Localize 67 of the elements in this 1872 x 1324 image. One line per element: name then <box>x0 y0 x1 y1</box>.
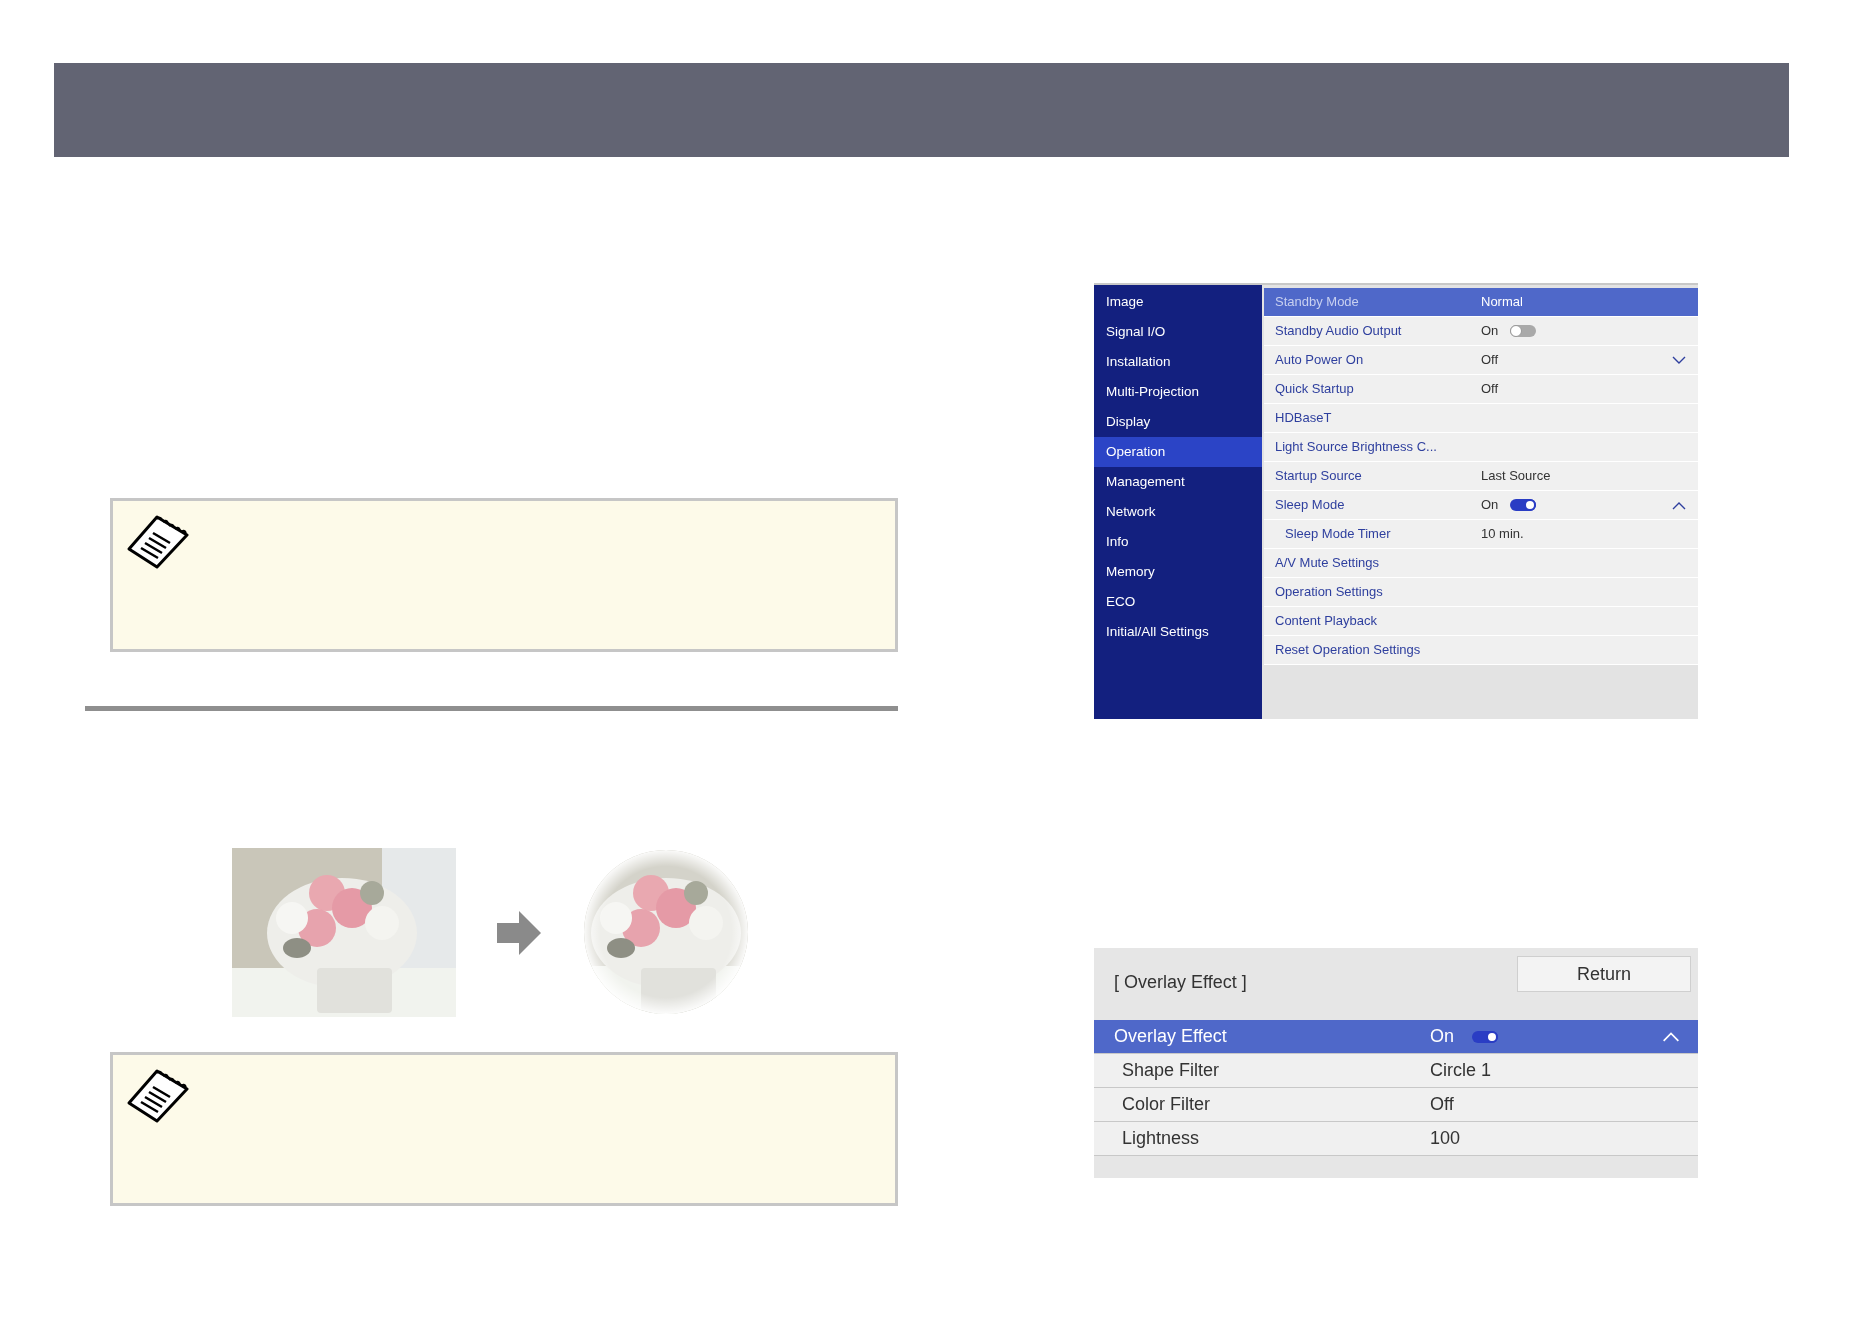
menu-row[interactable]: Overlay Effect On <box>1094 1020 1698 1054</box>
menu-title: [ Overlay Effect ] <box>1114 971 1247 994</box>
arrow-icon <box>497 910 541 955</box>
setting-value: 100 <box>1430 1127 1461 1150</box>
menu-row[interactable]: Standby Audio Output On <box>1264 317 1698 346</box>
menu-row[interactable]: Sleep Mode On <box>1264 491 1698 520</box>
menu-row[interactable]: A/V Mute Settings <box>1264 549 1698 578</box>
category-item[interactable]: Display <box>1094 407 1262 437</box>
category-item[interactable]: ECO <box>1094 587 1262 617</box>
menu-row[interactable]: Quick Startup Off <box>1264 375 1698 404</box>
toggle-switch[interactable] <box>1510 325 1537 337</box>
setting-value: Normal <box>1481 293 1523 312</box>
setting-value: Last Source <box>1481 467 1551 486</box>
menu-row[interactable]: Reset Operation Settings <box>1264 636 1698 665</box>
category-item[interactable]: Initial/All Settings <box>1094 617 1262 647</box>
notepad-icon <box>127 1069 189 1123</box>
setting-label: A/V Mute Settings <box>1274 554 1381 573</box>
menu-row[interactable]: Light Source Brightness C... <box>1264 433 1698 462</box>
menu-row[interactable]: Sleep Mode Timer 10 min. <box>1264 520 1698 549</box>
category-item[interactable]: Operation <box>1094 437 1262 467</box>
setting-label: Startup Source <box>1274 467 1363 486</box>
menu-row[interactable]: Content Playback <box>1264 607 1698 636</box>
category-item[interactable]: Image <box>1094 287 1262 317</box>
setting-value: On <box>1481 322 1499 341</box>
category-item[interactable]: Memory <box>1094 557 1262 587</box>
setting-label: Standby Audio Output <box>1274 322 1403 341</box>
menu-row[interactable]: Auto Power On Off <box>1264 346 1698 375</box>
menu-row[interactable]: Color Filter Off <box>1094 1088 1698 1122</box>
setting-label: Quick Startup <box>1274 380 1355 399</box>
menu-row[interactable]: Startup Source Last Source <box>1264 462 1698 491</box>
category-item[interactable]: Multi-Projection <box>1094 377 1262 407</box>
setting-label: Overlay Effect <box>1113 1025 1228 1048</box>
toggle-switch[interactable] <box>1510 499 1537 511</box>
notepad-icon <box>127 515 189 569</box>
chevron-up-icon[interactable] <box>1672 500 1686 510</box>
setting-value: Circle 1 <box>1430 1059 1491 1082</box>
menu-row[interactable]: Operation Settings <box>1264 578 1698 607</box>
category-item[interactable]: Network <box>1094 497 1262 527</box>
return-button[interactable]: Return <box>1517 956 1691 992</box>
setting-label: Sleep Mode <box>1274 496 1346 515</box>
setting-label: Content Playback <box>1274 612 1378 631</box>
toggle-switch[interactable] <box>1472 1030 1498 1043</box>
setting-label: Standby Mode <box>1274 293 1360 312</box>
setting-label: Auto Power On <box>1274 351 1365 370</box>
setting-label: Operation Settings <box>1274 583 1384 602</box>
menu-row[interactable]: HDBaseT <box>1264 404 1698 433</box>
setting-value: Off <box>1481 380 1499 399</box>
menu-row[interactable]: Standby Mode Normal <box>1264 288 1698 317</box>
setting-value: 10 min. <box>1481 525 1524 544</box>
setting-value: Off <box>1430 1093 1454 1116</box>
menu-row[interactable]: Shape Filter Circle 1 <box>1094 1054 1698 1088</box>
setting-value: Off <box>1481 351 1499 370</box>
setting-value: On <box>1481 496 1499 515</box>
category-item[interactable]: Installation <box>1094 347 1262 377</box>
chevron-down-icon[interactable] <box>1672 355 1686 365</box>
menu-row[interactable]: Lightness 100 <box>1094 1122 1698 1156</box>
setting-label: Shape Filter <box>1121 1059 1221 1082</box>
setting-label: Color Filter <box>1121 1093 1211 1116</box>
setting-value: On <box>1430 1025 1454 1048</box>
setting-label: Reset Operation Settings <box>1274 641 1422 660</box>
category-item[interactable]: Signal I/O <box>1094 317 1262 347</box>
setting-label: Light Source Brightness C... <box>1274 438 1438 457</box>
setting-label: Sleep Mode Timer <box>1284 525 1392 544</box>
category-item[interactable]: Management <box>1094 467 1262 497</box>
setting-label: Lightness <box>1121 1127 1201 1150</box>
setting-label: HDBaseT <box>1274 409 1333 428</box>
category-item[interactable]: Info <box>1094 527 1262 557</box>
